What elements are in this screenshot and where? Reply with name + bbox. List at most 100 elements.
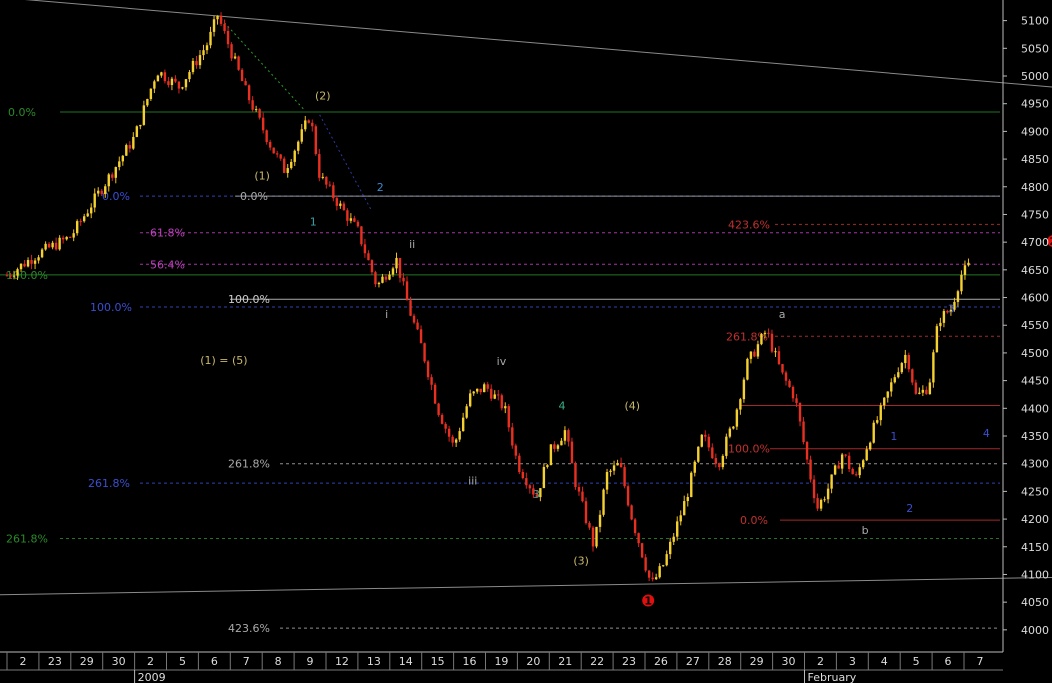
candle-body bbox=[883, 397, 886, 406]
candle-body bbox=[918, 392, 921, 394]
candle-body bbox=[19, 263, 23, 270]
candle-body bbox=[167, 81, 170, 85]
candle-body bbox=[188, 72, 191, 80]
fib-label: 261.8% bbox=[6, 532, 48, 545]
wave-label: 2 bbox=[906, 502, 913, 515]
candle-body bbox=[837, 465, 840, 469]
price-chart[interactable]: 0.0% 0.0% 0.0% 423.6% 61.8% 56.4% 100.0% 100.0%… bbox=[0, 0, 1052, 683]
candle-body bbox=[928, 382, 932, 395]
candle-body bbox=[90, 207, 93, 214]
candle-body bbox=[714, 458, 718, 464]
candle-body bbox=[367, 253, 370, 261]
candle-body bbox=[858, 467, 861, 476]
candle-body bbox=[686, 496, 689, 502]
candle-body bbox=[121, 155, 124, 162]
candle-body bbox=[826, 488, 830, 500]
candle-body bbox=[384, 276, 388, 280]
candle-body bbox=[567, 430, 570, 442]
wave-label: 1 bbox=[310, 216, 317, 229]
candle-body bbox=[23, 263, 26, 267]
candle-body bbox=[742, 379, 746, 400]
candle-body bbox=[247, 85, 251, 101]
chart-window: 0.0% 0.0% 0.0% 423.6% 61.8% 56.4% 100.0% 100.0%… bbox=[0, 0, 1052, 683]
candle-body bbox=[644, 557, 647, 571]
candle-body bbox=[325, 176, 328, 185]
fib-label: 0.0% bbox=[240, 190, 268, 203]
candle-body bbox=[125, 145, 128, 156]
candle-body bbox=[191, 60, 195, 73]
candle-body bbox=[111, 174, 114, 178]
candle-body bbox=[107, 174, 110, 187]
fib-label: 423.6% bbox=[228, 622, 270, 635]
candle-body bbox=[12, 275, 16, 277]
candle-body bbox=[447, 428, 451, 437]
y-tick-label: 4800 bbox=[1021, 181, 1049, 194]
wave-label: 2 bbox=[377, 181, 384, 194]
x-tick-label: 12 bbox=[335, 655, 349, 668]
candle-body bbox=[156, 75, 160, 82]
candle-body bbox=[318, 154, 321, 178]
wave-label: (1) bbox=[254, 170, 270, 183]
candle-body bbox=[128, 145, 132, 149]
candle-body bbox=[237, 56, 240, 70]
candle-body bbox=[297, 141, 300, 151]
candle-body bbox=[149, 88, 153, 100]
candle-body bbox=[458, 431, 461, 440]
candle-body bbox=[279, 154, 282, 159]
candle-body bbox=[426, 361, 430, 378]
fib-label: 100.0% bbox=[6, 269, 48, 282]
candle-body bbox=[735, 409, 739, 427]
candle-body bbox=[486, 384, 489, 389]
candle-body bbox=[812, 479, 816, 499]
candle-body bbox=[339, 203, 342, 206]
candle-body bbox=[798, 402, 802, 422]
wave-label: ii bbox=[409, 238, 415, 251]
candle-body bbox=[51, 242, 54, 248]
candle-body bbox=[430, 377, 433, 385]
candle-body bbox=[290, 161, 293, 169]
candle-body bbox=[153, 81, 156, 89]
candle-body bbox=[212, 19, 216, 32]
candle-body bbox=[840, 454, 844, 469]
candle-body bbox=[433, 384, 437, 404]
wave-label: (4) bbox=[624, 400, 640, 413]
candle-body bbox=[619, 463, 623, 468]
candle-body bbox=[935, 326, 939, 353]
candle-body bbox=[254, 109, 258, 111]
y-tick-label: 4450 bbox=[1021, 375, 1049, 388]
candle-body bbox=[640, 543, 644, 558]
candle-body bbox=[854, 474, 858, 476]
candle-body bbox=[146, 99, 149, 106]
candle-body bbox=[525, 478, 528, 486]
wave-label: 4 bbox=[983, 427, 990, 440]
candle-body bbox=[233, 56, 237, 59]
candle-body bbox=[332, 185, 335, 199]
x-tick-label: 16 bbox=[463, 655, 477, 668]
candle-body bbox=[230, 44, 233, 59]
candle-body bbox=[872, 422, 875, 443]
candle-body bbox=[16, 269, 19, 276]
candle-body bbox=[454, 439, 458, 443]
candle-body bbox=[563, 430, 567, 441]
candle-body bbox=[86, 213, 89, 217]
candle-body bbox=[795, 398, 798, 403]
candle-body bbox=[500, 395, 503, 409]
candle-body bbox=[160, 72, 163, 76]
candle-body bbox=[244, 81, 247, 86]
fib-label: 423.6% bbox=[728, 218, 770, 231]
y-tick-label: 5000 bbox=[1021, 70, 1049, 83]
wave-label: iii bbox=[468, 474, 477, 487]
wave-label: a bbox=[779, 308, 786, 321]
wave-marker-label: 1 bbox=[644, 594, 652, 607]
candle-body bbox=[633, 519, 637, 534]
x-tick-label: 19 bbox=[494, 655, 508, 668]
candle-body bbox=[286, 168, 289, 173]
x-tick-label: 7 bbox=[976, 655, 983, 668]
candle-body bbox=[612, 465, 616, 471]
wave-label: iv bbox=[497, 355, 507, 368]
candle-body bbox=[444, 423, 447, 429]
candle-body bbox=[93, 193, 96, 208]
candle-body bbox=[960, 274, 963, 292]
candle-body bbox=[721, 455, 725, 468]
candle-body bbox=[507, 406, 510, 428]
